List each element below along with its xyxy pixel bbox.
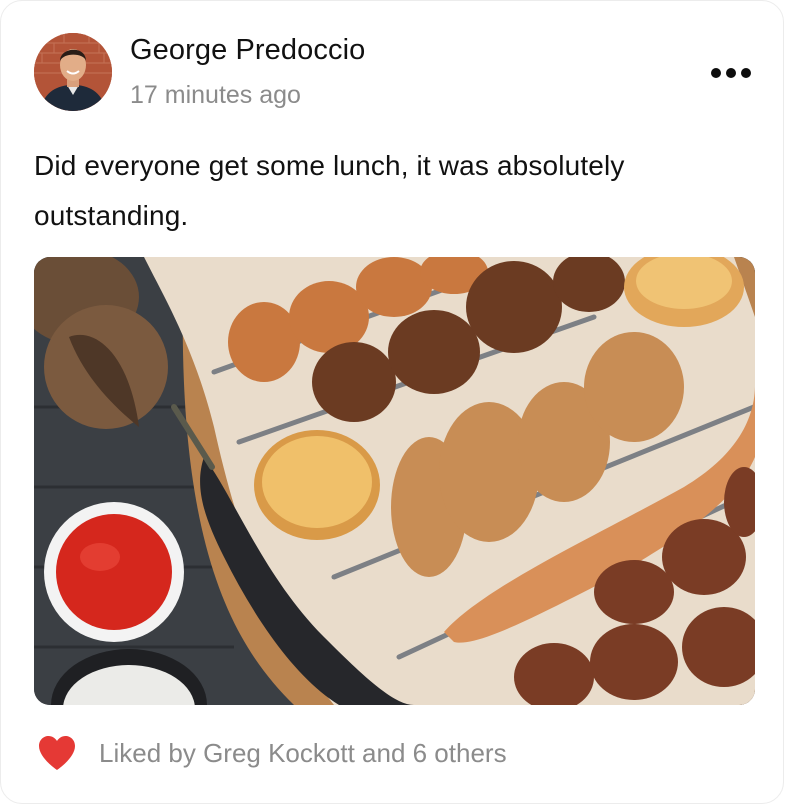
- post-photo[interactable]: [34, 257, 755, 705]
- more-dot: [726, 68, 736, 78]
- likes-summary[interactable]: Liked by Greg Kockott and 6 others: [99, 738, 507, 769]
- more-options-button[interactable]: [701, 57, 761, 89]
- post-text: Did everyone get some lunch, it was abso…: [34, 150, 625, 231]
- post-timestamp: 17 minutes ago: [130, 81, 301, 109]
- author-avatar[interactable]: [34, 33, 112, 111]
- post-card: George Predoccio 17 minutes ago Did ever…: [0, 0, 784, 804]
- likes-row: Liked by Greg Kockott and 6 others: [37, 731, 507, 775]
- heart-icon[interactable]: [37, 735, 77, 771]
- more-horizontal-icon: [711, 68, 721, 78]
- author-name[interactable]: George Predoccio: [130, 34, 365, 67]
- more-dot: [741, 68, 751, 78]
